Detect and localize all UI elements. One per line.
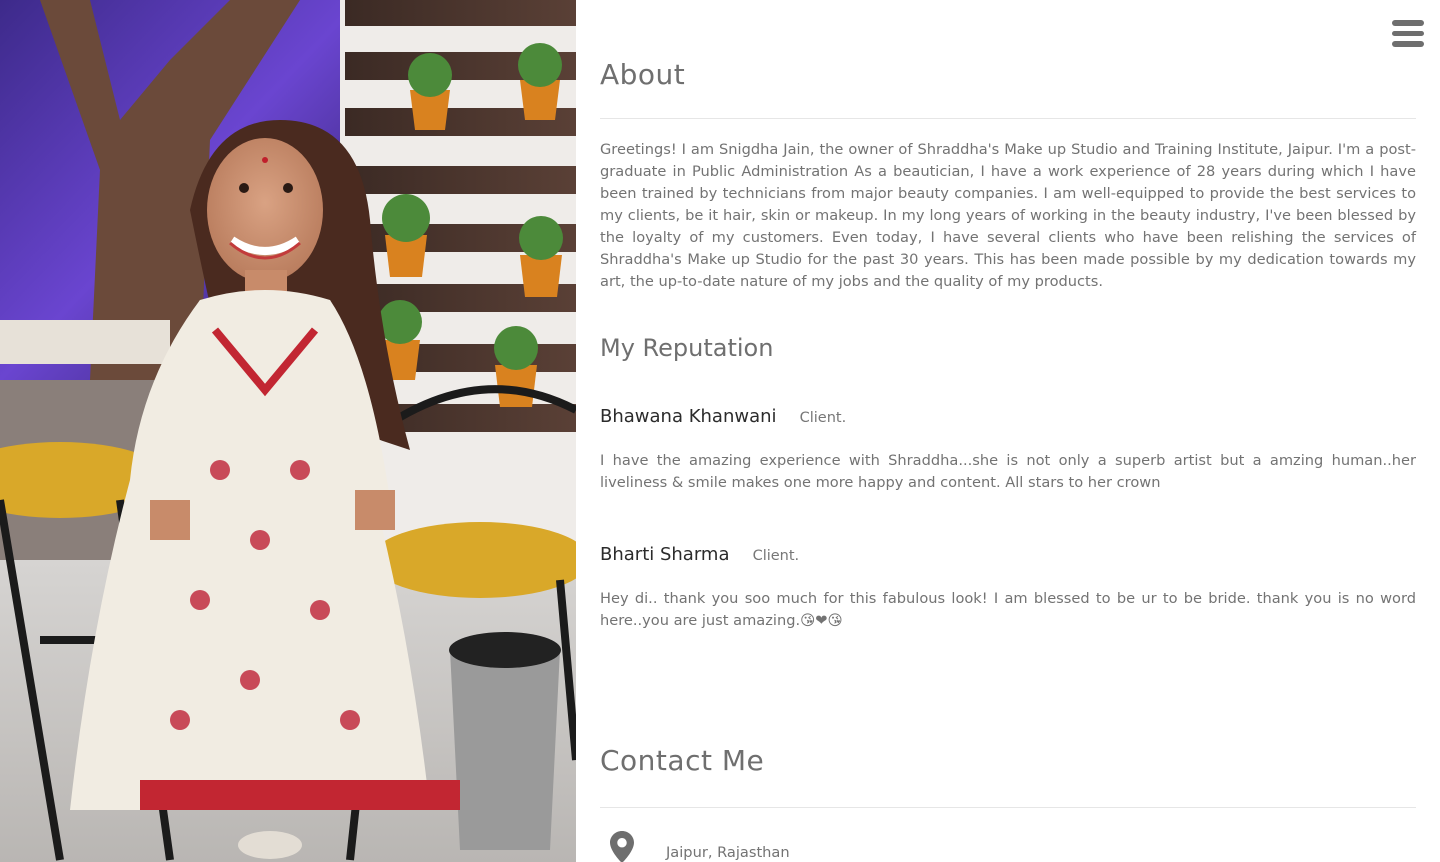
reviewer-role: Client. [799,410,847,426]
menu-bar [1392,41,1424,47]
hamburger-menu-icon[interactable] [1392,20,1424,50]
review-text: I have the amazing experience with Shrad… [600,452,1416,491]
menu-bar [1392,20,1424,26]
about-title: About [600,58,686,91]
contact-title: Contact Me [600,744,765,777]
review-header: Bharti Sharma Client. [600,544,1416,574]
location-text: Jaipur, Rajasthan [666,844,790,861]
review-header: Bhawana Khanwani Client. [600,406,1416,436]
divider [600,118,1416,119]
reviewer-role: Client. [752,548,800,564]
map-marker-icon [610,831,634,862]
divider [600,807,1416,808]
menu-bar [1392,30,1424,36]
reviewer-name: Bharti Sharma [600,544,730,565]
contact-location: Jaipur, Rajasthan [600,828,1416,862]
review-text: Hey di.. thank you soo much for this fab… [600,590,1416,629]
profile-photo [0,0,576,862]
review-card: Bharti Sharma Client. Hey di.. thank you… [600,544,1416,632]
reputation-title: My Reputation [600,334,774,362]
review-card: Bhawana Khanwani Client. I have the amaz… [600,406,1416,494]
reviewer-name: Bhawana Khanwani [600,406,777,427]
about-text: Greetings! I am Snigdha Jain, the owner … [600,141,1416,290]
